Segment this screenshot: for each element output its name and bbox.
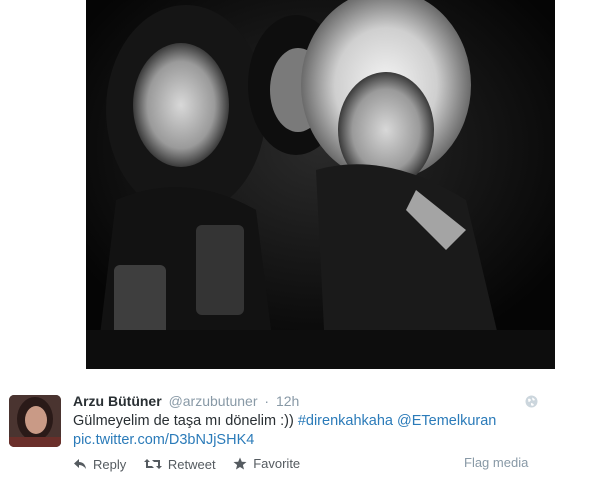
reply-arrow-icon	[74, 459, 86, 469]
user-handle[interactable]: @arzubutuner	[169, 393, 258, 409]
flag-media-link[interactable]: Flag media	[464, 455, 528, 470]
mention-link[interactable]: @ETemelkuran	[397, 413, 496, 429]
avatar[interactable]	[9, 395, 61, 447]
favorite-label: Favorite	[253, 456, 301, 471]
media-container	[0, 0, 593, 369]
reply-button[interactable]: Reply	[73, 457, 126, 472]
tweet-text: Gülmeyelim de taşa mı dönelim :)) #diren…	[73, 412, 553, 450]
favorite-button[interactable]: Favorite	[233, 456, 300, 471]
tweet-header: Arzu Bütüner @arzubutuner · 12h	[73, 393, 299, 409]
tweet-timestamp[interactable]: 12h	[276, 393, 299, 409]
tweet-card: Arzu Bütüner @arzubutuner · 12h Gülmeyel…	[0, 369, 593, 489]
photo-image	[86, 0, 555, 369]
tweet-body: Gülmeyelim de taşa mı dönelim :))	[73, 413, 294, 429]
star-icon	[233, 457, 247, 470]
pic-link[interactable]: pic.twitter.com/D3bNJjSHK4	[73, 432, 254, 448]
separator-dot: ·	[264, 393, 270, 409]
hashtag-link[interactable]: #direnkahkaha	[298, 413, 393, 429]
reply-label: Reply	[93, 456, 127, 472]
retweet-button[interactable]: Retweet	[143, 456, 216, 472]
globe-icon[interactable]	[525, 395, 538, 408]
avatar-image	[9, 395, 61, 447]
retweet-label: Retweet	[167, 456, 216, 472]
tweet-photo[interactable]	[86, 0, 555, 369]
tweet-actions: Reply Retweet Favorite	[73, 456, 314, 472]
retweet-icon	[143, 459, 162, 469]
user-fullname[interactable]: Arzu Bütüner	[73, 393, 162, 409]
